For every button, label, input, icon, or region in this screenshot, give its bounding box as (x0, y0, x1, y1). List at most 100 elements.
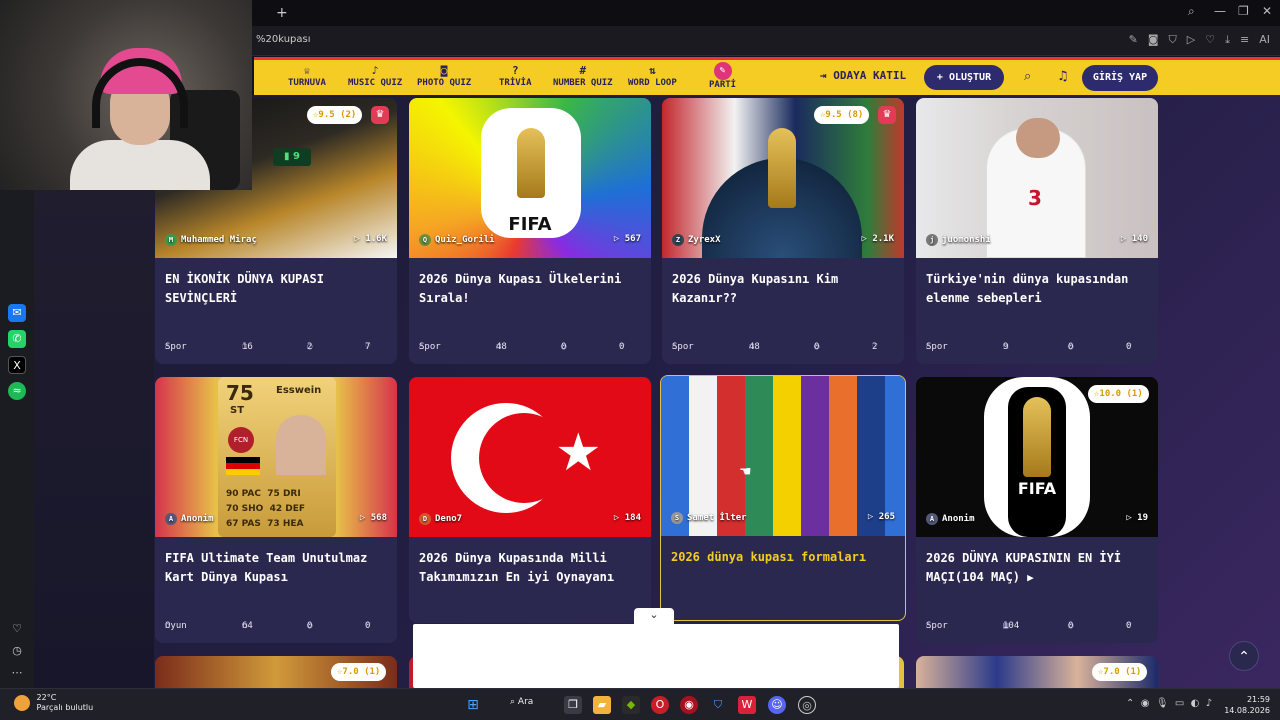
card-author[interactable]: S Samet İlter (671, 512, 747, 524)
create-button[interactable]: + OLUŞTUR (924, 65, 1004, 90)
minimize-icon[interactable]: — (1214, 4, 1226, 18)
sort-icon: ⇅ (649, 64, 656, 77)
spotify-icon[interactable]: ≈ (8, 382, 26, 400)
search-tabs-icon[interactable]: ⌕ (1188, 4, 1195, 19)
rating-badge: ☆9.5 (8) (814, 106, 870, 124)
card-author[interactable]: D Deno7 (419, 513, 462, 525)
discord-icon[interactable]: ☺ (768, 696, 786, 714)
collapse-banner-button[interactable]: ⌄ (634, 608, 674, 624)
card-title[interactable]: 2026 Dünya Kupasında Milli Takımımızın E… (419, 549, 641, 587)
maximize-icon[interactable]: ❐ (1238, 4, 1249, 18)
camera-icon[interactable]: ◙ (1148, 33, 1159, 47)
ai-button[interactable]: AI (1259, 33, 1270, 47)
fut-rating: 75 (226, 381, 254, 405)
messenger-icon[interactable]: ✉ (8, 304, 26, 322)
card-author[interactable]: M Muhammed Miraç (165, 234, 257, 246)
folder-icon[interactable]: ▰ (593, 696, 611, 714)
cursor-icon: ☚ (739, 464, 752, 480)
quiz-card[interactable]: ★ D Deno7 ▷ 184 2026 Dünya Kupasında Mill… (409, 377, 651, 623)
weather-widget[interactable]: 22°C Parçalı bulutlu (14, 693, 93, 713)
quiz-card[interactable]: FIFA ☆10.0 (1) A Anonim ▷ 19 2026 DÜNYA K… (916, 377, 1158, 643)
ad-banner[interactable] (413, 624, 899, 688)
menu-icon[interactable]: ≡ (1240, 33, 1249, 47)
scroll-to-top-button[interactable]: ⌃ (1229, 641, 1259, 671)
nav-music-quiz[interactable]: ♪ MUSIC QUIZ (348, 64, 402, 88)
quiz-card-hovered[interactable]: ☚ S Samet İlter ▷ 265 2026 dünya kupası f… (660, 375, 906, 621)
shield-app-icon[interactable]: ⛉ (709, 696, 727, 714)
quiz-card[interactable]: ☆7.0 (1) (155, 656, 397, 688)
system-tray[interactable]: ⌃ ◉ 🎙 ▭ ◐ ♪ (1126, 698, 1212, 709)
trophy-image (517, 128, 545, 198)
card-title[interactable]: 2026 Dünya Kupası Ülkelerini Sırala! (419, 270, 641, 308)
card-author[interactable]: A Anonim (926, 513, 975, 525)
quiz-card[interactable]: ☆9.5 (8) ♛ Z ZyrexX ▷ 2.1K 2026 Dünya Kup… (662, 98, 904, 364)
question-icon: ? (511, 64, 519, 77)
play-count: ▷ 184 (613, 513, 641, 523)
login-button[interactable]: GİRİŞ YAP (1082, 65, 1158, 91)
fut-position: ST (230, 405, 245, 416)
task-view-icon[interactable]: ❐ (564, 696, 582, 714)
clock[interactable]: 21:59 14.08.2026 (1224, 694, 1270, 716)
play-count: ▷ 567 (613, 234, 641, 244)
card-title[interactable]: EN İKONİK DÜNYA KUPASI SEVİNÇLERİ (165, 270, 387, 308)
address-text[interactable]: %20kupası (256, 34, 311, 45)
fut-stats: 90 PAC 75 DRI 70 SHO 42 DEF 67 PAS 73 HE… (226, 489, 306, 529)
quiz-card[interactable]: FIFA Q Quiz_Gorili ▷ 567 2026 Dünya Kupas… (409, 98, 651, 364)
quiz-card[interactable]: 3 j juomonshi ▷ 140 Türkiye'nin dünya kup… (916, 98, 1158, 364)
download-icon[interactable]: ⤓ (1225, 33, 1230, 47)
quiz-card[interactable]: ☆7.0 (1) (916, 656, 1158, 688)
nav-photo-quiz[interactable]: ◙ PHOTO QUIZ (417, 64, 471, 88)
trophy-image (1023, 397, 1051, 477)
bell-icon[interactable]: ♫ (1057, 69, 1069, 84)
card-author[interactable]: Z ZyrexX (672, 234, 721, 246)
search-icon[interactable]: ⌕ (1024, 69, 1031, 84)
more-icon[interactable]: ⋯ (8, 664, 26, 682)
edit-icon[interactable]: ✎ (1129, 33, 1138, 47)
card-author[interactable]: A Anonim (165, 513, 214, 525)
card-title[interactable]: Türkiye'nin dünya kupasından elenme sebe… (926, 270, 1148, 308)
card-title[interactable]: FIFA Ultimate Team Unutulmaz Kart Dünya … (165, 549, 387, 587)
shield-icon[interactable]: ⛉ (1169, 33, 1177, 47)
card-title[interactable]: 2026 dünya kupası formaları (671, 548, 893, 567)
jersey-number: 3 (1028, 186, 1042, 210)
play-count: ▷ 140 (1120, 234, 1148, 244)
card-title[interactable]: 2026 DÜNYA KUPASININ EN İYİ MAÇI(104 MAÇ… (926, 549, 1148, 587)
fut-name: Esswein (276, 385, 322, 396)
opera-gx-icon[interactable]: O (651, 696, 669, 714)
play-icon[interactable]: ▷ (1187, 33, 1195, 47)
new-tab-button[interactable]: + (276, 5, 288, 21)
germany-flag (226, 457, 260, 475)
nav-party[interactable]: ✎ PARTİ (709, 62, 736, 90)
favorites-icon[interactable]: ♡ (8, 620, 26, 638)
x-icon[interactable]: X (8, 356, 26, 374)
card-author[interactable]: j juomonshi (926, 234, 991, 246)
quiz-card[interactable]: 75 ST Esswein FCN 90 PAC 75 DRI 70 SHO 4… (155, 377, 397, 643)
heart-icon[interactable]: ♡ (1205, 33, 1215, 47)
wps-icon[interactable]: W (738, 696, 756, 714)
rating-badge: ☆10.0 (1) (1088, 385, 1149, 403)
start-icon[interactable]: ⊞ (464, 696, 482, 714)
webcam-overlay (0, 0, 252, 190)
card-footer: ⌂ Spor ❐ 16 ◯ 2 ♡ 7 (165, 342, 371, 352)
nav-trivia[interactable]: ? TRİVİA (499, 64, 532, 88)
join-room-button[interactable]: ⇥ ODAYA KATIL (820, 69, 906, 82)
nav-tournament[interactable]: ♕ TURNUVA (288, 64, 326, 88)
play-count: ▷ 1.6K (354, 234, 387, 244)
fut-card: 75 ST Esswein FCN 90 PAC 75 DRI 70 SHO 4… (218, 377, 336, 537)
chrome-icon[interactable]: ◎ (798, 696, 816, 714)
nav-word-loop[interactable]: ⇅ WORD LOOP (628, 64, 677, 88)
taskbar-search[interactable]: ⌕ Ara (510, 697, 533, 707)
star-icon: ★ (555, 423, 602, 483)
close-icon[interactable]: ✕ (1262, 4, 1272, 18)
login-arrow-icon: ⇥ (820, 69, 834, 82)
nvidia-icon[interactable]: ◆ (622, 696, 640, 714)
card-footer: ⌂ Oyun ❐ 64 ◯ 0 ♡ 0 (165, 621, 371, 631)
card-author[interactable]: Q Quiz_Gorili (419, 234, 495, 246)
card-footer: ⌂ Spor ❐ 9 ◯ 0 ♡ 0 (926, 342, 1132, 352)
app-icon-red[interactable]: ◉ (680, 696, 698, 714)
card-footer: ⌂ Spor ▤ 104 ◯ 0 ♡ 0 (926, 621, 1132, 631)
card-title[interactable]: 2026 Dünya Kupasını Kim Kazanır?? (672, 270, 894, 308)
history-icon[interactable]: ◷ (8, 642, 26, 660)
whatsapp-icon[interactable]: ✆ (8, 330, 26, 348)
nav-number-quiz[interactable]: # NUMBER QUIZ (553, 64, 613, 88)
